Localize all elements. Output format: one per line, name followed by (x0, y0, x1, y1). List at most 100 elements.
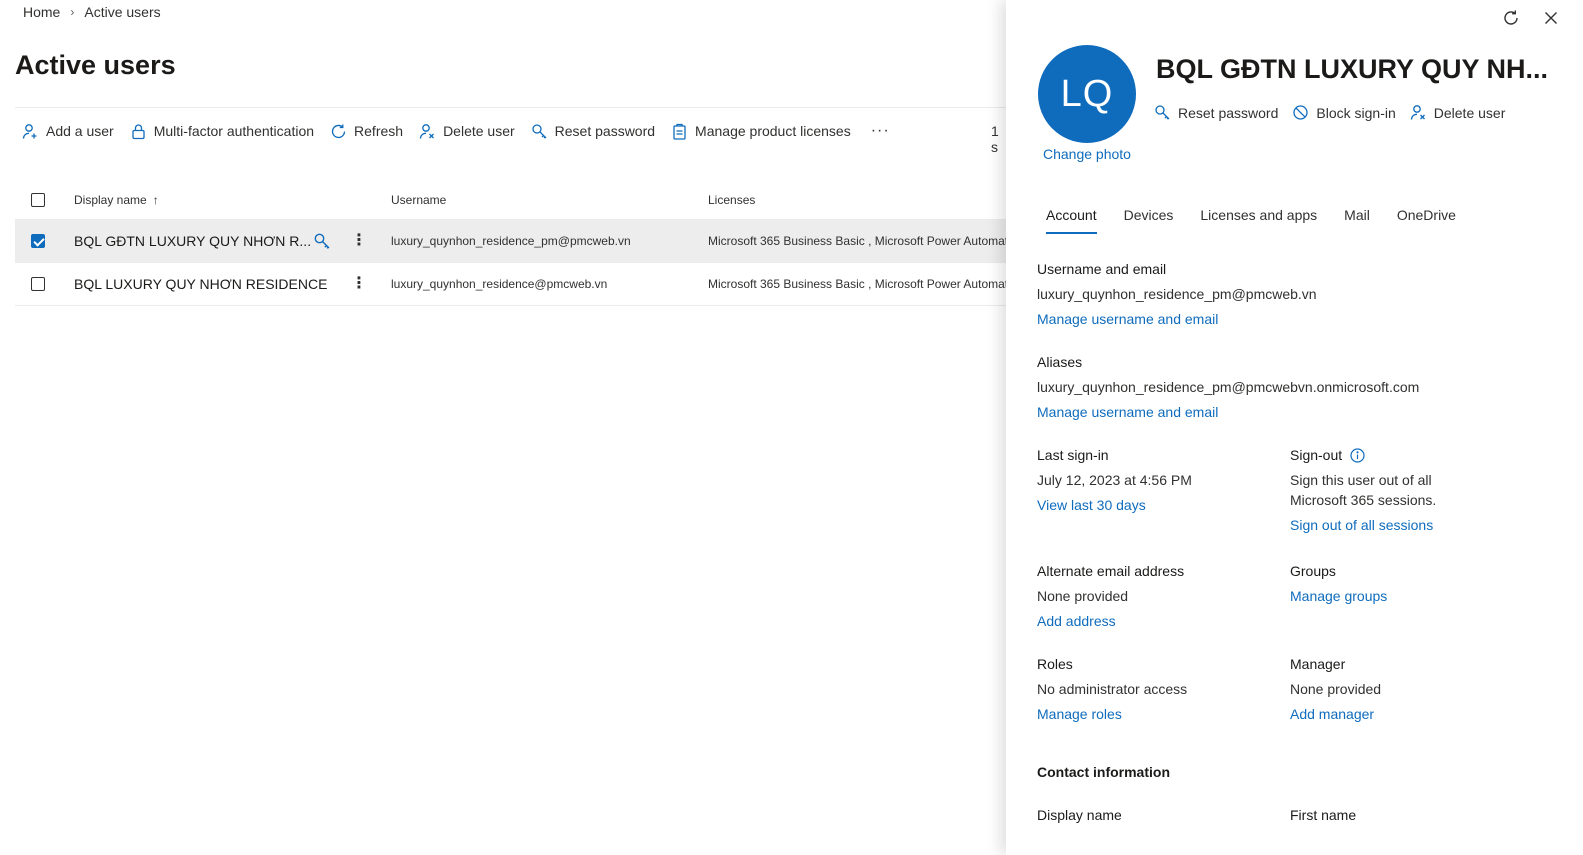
manage-licenses-button[interactable]: Manage product licenses (671, 123, 851, 140)
panel-block-signin-button[interactable]: Block sign-in (1292, 104, 1396, 121)
page-title: Active users (15, 50, 176, 80)
table-header: Display name ↑ Username Licenses (15, 180, 1006, 220)
section-heading: Roles (1037, 656, 1073, 672)
tab-mail[interactable]: Mail (1344, 207, 1370, 234)
signout-heading: Sign-out (1290, 447, 1343, 463)
row-more-icon[interactable]: ⋮ (351, 276, 367, 292)
aliases-section: Aliases luxury_quynhon_residence_pm@pmcw… (1037, 352, 1419, 422)
reset-password-button[interactable]: Reset password (531, 123, 655, 140)
delete-person-icon (419, 123, 435, 139)
panel-delete-user-button[interactable]: Delete user (1410, 104, 1506, 121)
tab-licenses-and-apps[interactable]: Licenses and apps (1200, 207, 1317, 234)
row-more-icon[interactable]: ⋮ (351, 233, 367, 249)
panel-reset-password-button[interactable]: Reset password (1154, 104, 1278, 121)
refresh-label: Refresh (354, 123, 404, 139)
table-row[interactable]: BQL LUXURY QUY NHƠN RESIDENCE ⋮ luxury_q… (15, 263, 1006, 306)
refresh-icon (331, 124, 346, 138)
info-icon[interactable] (1350, 447, 1365, 463)
chevron-right-icon: › (70, 5, 75, 19)
section-heading: Alternate email address (1037, 563, 1185, 579)
manage-licenses-label: Manage product licenses (695, 123, 851, 139)
last-signin-value: July 12, 2023 at 4:56 PM (1037, 472, 1192, 488)
first-name-label: First name (1290, 807, 1357, 823)
groups-section: Groups Manage groups (1290, 561, 1387, 606)
section-heading: Sign-out (1290, 445, 1436, 465)
column-licenses[interactable]: Licenses (708, 193, 755, 207)
row-display-name[interactable]: BQL LUXURY QUY NHƠN RESIDENCE (74, 276, 327, 292)
row-checkbox[interactable] (31, 277, 45, 291)
row-display-name[interactable]: BQL GĐTN LUXURY QUY NHƠN R... (74, 233, 311, 249)
panel-tabs: Account Devices Licenses and apps Mail O… (1046, 207, 1483, 234)
row-checkbox[interactable] (31, 234, 45, 248)
column-display-name[interactable]: Display name ↑ (74, 193, 159, 207)
table-row[interactable]: BQL GĐTN LUXURY QUY NHƠN R... ⋮ luxury_q… (15, 220, 1006, 263)
change-photo-link[interactable]: Change photo (1043, 146, 1131, 162)
manage-aliases-link[interactable]: Manage username and email (1037, 402, 1419, 422)
add-person-icon (22, 123, 37, 139)
users-table: Display name ↑ Username Licenses BQL GĐTN… (15, 180, 1006, 306)
select-all-checkbox[interactable] (31, 192, 45, 207)
alias-value: luxury_quynhon_residence_pm@pmcwebvn.onm… (1037, 379, 1420, 395)
alternate-email-section: Alternate email address None provided Ad… (1037, 561, 1184, 631)
delete-person-icon (1410, 105, 1425, 120)
tab-devices[interactable]: Devices (1124, 207, 1174, 234)
user-details-panel: LQ Change photo BQL GĐTN LUXURY QUY NH..… (1006, 0, 1583, 855)
breadcrumb-current: Active users (84, 4, 161, 20)
sort-ascending-icon: ↑ (152, 192, 159, 207)
add-user-label: Add a user (46, 123, 114, 139)
column-display-name-label: Display name (74, 192, 147, 207)
reset-password-label: Reset password (554, 123, 656, 139)
refresh-icon[interactable] (1501, 8, 1521, 28)
block-icon (1293, 105, 1309, 120)
roles-section: Roles No administrator access Manage rol… (1037, 654, 1187, 724)
view-last-30-days-link[interactable]: View last 30 days (1037, 495, 1192, 515)
last-signin-section: Last sign-in July 12, 2023 at 4:56 PM Vi… (1037, 445, 1192, 515)
manager-section: Manager None provided Add manager (1290, 654, 1381, 724)
breadcrumb: Home › Active users (23, 4, 161, 20)
avatar: LQ (1038, 45, 1136, 143)
mfa-button[interactable]: Multi-factor authentication (130, 123, 314, 140)
section-heading: Username and email (1037, 261, 1167, 277)
main-content: Home › Active users Active users Add a u… (0, 0, 1006, 855)
panel-reset-password-label: Reset password (1178, 104, 1279, 121)
add-manager-link[interactable]: Add manager (1290, 704, 1381, 724)
row-licenses: Microsoft 365 Business Basic , Microsoft… (708, 277, 1006, 291)
add-address-link[interactable]: Add address (1037, 611, 1184, 631)
refresh-button[interactable]: Refresh (330, 123, 403, 140)
roles-value: No administrator access (1037, 681, 1188, 697)
manage-groups-link[interactable]: Manage groups (1290, 586, 1387, 606)
signout-section: Sign-out Sign this user out of all Micro… (1290, 445, 1436, 535)
manage-username-link[interactable]: Manage username and email (1037, 309, 1317, 329)
row-username: luxury_quynhon_residence@pmcweb.vn (391, 277, 608, 291)
contact-info-heading: Contact information (1037, 764, 1170, 780)
panel-block-signin-label: Block sign-in (1316, 104, 1396, 121)
column-username[interactable]: Username (391, 193, 446, 207)
add-user-button[interactable]: Add a user (22, 123, 114, 140)
manage-roles-link[interactable]: Manage roles (1037, 704, 1187, 724)
key-icon[interactable] (313, 232, 331, 250)
tab-onedrive[interactable]: OneDrive (1397, 207, 1456, 234)
clipboard-icon (673, 123, 686, 140)
toolbar: Add a user Multi-factor authentication R… (22, 120, 890, 142)
panel-title: BQL GĐTN LUXURY QUY NH... (1156, 54, 1549, 84)
row-licenses: Microsoft 365 Business Basic , Microsoft… (708, 234, 1006, 248)
close-icon[interactable] (1541, 8, 1561, 28)
section-heading: Groups (1290, 563, 1336, 579)
selected-count: 1 s (991, 123, 999, 155)
more-options-icon[interactable]: ··· (871, 122, 890, 140)
divider (15, 107, 1006, 108)
breadcrumb-home[interactable]: Home (23, 4, 60, 20)
signout-description-line2: Microsoft 365 sessions. (1290, 492, 1437, 508)
key-icon (532, 123, 547, 138)
panel-delete-user-label: Delete user (1433, 104, 1506, 121)
sign-out-all-sessions-link[interactable]: Sign out of all sessions (1290, 515, 1436, 535)
tab-account[interactable]: Account (1046, 207, 1097, 234)
contact-first-name: First name (1290, 805, 1356, 825)
mfa-label: Multi-factor authentication (153, 123, 315, 139)
section-heading: Manager (1290, 656, 1346, 672)
delete-user-button[interactable]: Delete user (419, 123, 515, 140)
alternate-email-value: None provided (1037, 588, 1129, 604)
display-name-label: Display name (1037, 807, 1122, 823)
username-value: luxury_quynhon_residence_pm@pmcweb.vn (1037, 286, 1317, 302)
contact-info-section: Contact information (1037, 762, 1170, 782)
